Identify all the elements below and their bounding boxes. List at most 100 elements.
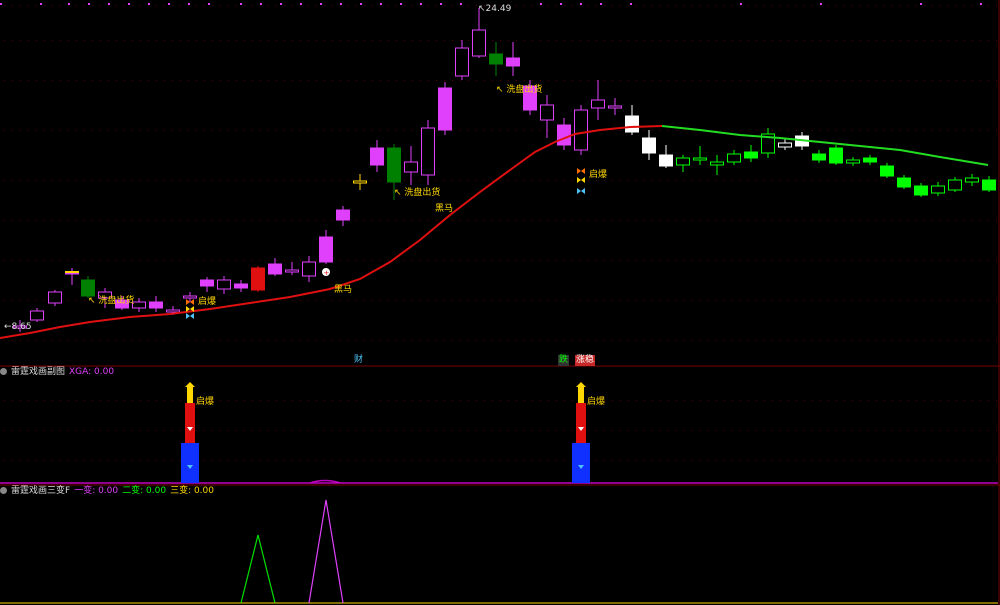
grid-dot [652, 400, 653, 401]
grid-dot [220, 260, 221, 261]
grid-dot [788, 5, 789, 6]
grid-dot [796, 400, 797, 401]
grid-dot [724, 340, 725, 341]
grid-dot [444, 80, 445, 81]
grid-dot [588, 340, 589, 341]
grid-dot [84, 40, 85, 41]
grid-dot [428, 340, 429, 341]
grid-dot [884, 180, 885, 181]
grid-dot [668, 80, 669, 81]
grid-dot [996, 460, 997, 461]
grid-dot [292, 180, 293, 181]
grid-dot [756, 460, 757, 461]
grid-dot [228, 130, 229, 131]
grid-dot [236, 260, 237, 261]
grid-dot [380, 180, 381, 181]
grid-dot [516, 260, 517, 261]
grid-dot [364, 430, 365, 431]
grid-dot [980, 300, 981, 301]
grid-dot [756, 220, 757, 221]
grid-dot [140, 300, 141, 301]
grid-dot [844, 430, 845, 431]
grid-dot [636, 260, 637, 261]
grid-dot [804, 40, 805, 41]
grid-dot [820, 430, 821, 431]
top-marker [560, 3, 562, 5]
grid-dot [468, 260, 469, 261]
grid-dot [940, 180, 941, 181]
grid-dot [804, 430, 805, 431]
grid-dot [540, 460, 541, 461]
grid-dot [300, 430, 301, 431]
top-marker [630, 3, 632, 5]
grid-dot [116, 460, 117, 461]
panel-toggle-icon[interactable] [0, 368, 7, 375]
grid-dot [308, 460, 309, 461]
grid-dot [324, 80, 325, 81]
grid-dot [724, 130, 725, 131]
grid-dot [660, 400, 661, 401]
panel-toggle-icon[interactable] [0, 487, 7, 494]
grid-dot [972, 340, 973, 341]
grid-dot [572, 260, 573, 261]
grid-dot [348, 460, 349, 461]
grid-dot [236, 5, 237, 6]
grid-dot [228, 260, 229, 261]
grid-dot [276, 340, 277, 341]
grid-dot [644, 400, 645, 401]
grid-dot [564, 430, 565, 431]
grid-dot [388, 40, 389, 41]
grid-dot [308, 340, 309, 341]
grid-dot [836, 130, 837, 131]
grid-dot [260, 130, 261, 131]
signal-bar-blue [572, 443, 590, 483]
grid-dot [804, 340, 805, 341]
grid-dot [892, 430, 893, 431]
grid-dot [12, 40, 13, 41]
grid-dot [444, 460, 445, 461]
grid-dot [612, 260, 613, 261]
grid-dot [4, 220, 5, 221]
grid-dot [548, 340, 549, 341]
grid-dot [524, 460, 525, 461]
grid-dot [796, 180, 797, 181]
grid-dot [916, 80, 917, 81]
grid-dot [732, 300, 733, 301]
grid-dot [556, 5, 557, 6]
grid-dot [60, 80, 61, 81]
grid-dot [124, 80, 125, 81]
grid-dot [748, 220, 749, 221]
grid-dot [500, 430, 501, 431]
grid-dot [708, 340, 709, 341]
grid-dot [604, 80, 605, 81]
grid-dot [964, 130, 965, 131]
grid-dot [676, 340, 677, 341]
grid-dot [356, 400, 357, 401]
grid-dot [628, 460, 629, 461]
grid-dot [132, 80, 133, 81]
grid-dot [292, 460, 293, 461]
grid-dot [404, 260, 405, 261]
grid-dot [172, 400, 173, 401]
grid-dot [980, 430, 981, 431]
grid-dot [4, 340, 5, 341]
grid-dot [476, 130, 477, 131]
candle-body [965, 177, 979, 183]
grid-dot [380, 300, 381, 301]
grid-dot [188, 80, 189, 81]
grid-dot [740, 130, 741, 131]
grid-dot [548, 130, 549, 131]
grid-dot [84, 300, 85, 301]
grid-dot [228, 5, 229, 6]
grid-dot [828, 40, 829, 41]
top-marker [980, 3, 982, 5]
grid-dot [348, 430, 349, 431]
grid-dot [892, 130, 893, 131]
grid-dot [932, 300, 933, 301]
grid-dot [452, 180, 453, 181]
grid-dot [468, 340, 469, 341]
grid-dot [156, 180, 157, 181]
grid-dot [324, 40, 325, 41]
grid-dot [244, 40, 245, 41]
grid-dot [412, 220, 413, 221]
